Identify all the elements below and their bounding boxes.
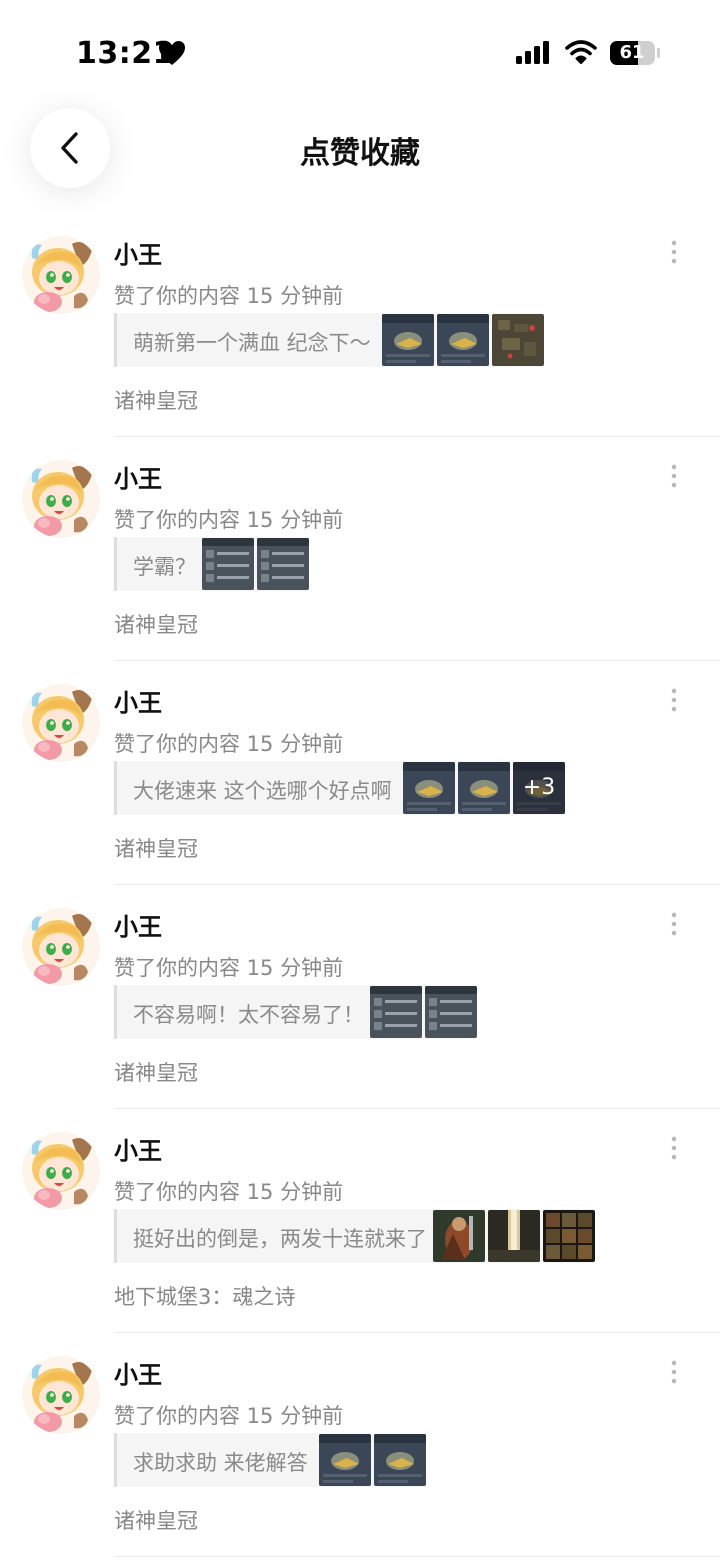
quoted-post[interactable]: 求助求助 来佬解答 (114, 1433, 426, 1487)
image-thumbnail[interactable] (374, 1434, 426, 1486)
action-text: 赞了你的内容 15 分钟前 (114, 508, 344, 532)
quoted-post-text: 挺好出的倒是，两发十连就来了 (133, 1227, 427, 1251)
more-options-icon[interactable] (664, 1358, 684, 1386)
action-text: 赞了你的内容 15 分钟前 (114, 1404, 344, 1428)
quoted-post-text: 萌新第一个满血 纪念下～ (133, 331, 371, 355)
quoted-post-text: 不容易啊！太不容易了！ (133, 1003, 364, 1027)
avatar[interactable] (22, 684, 100, 762)
avatar[interactable] (22, 460, 100, 538)
divider (114, 1556, 720, 1557)
action-text: 赞了你的内容 15 分钟前 (114, 732, 344, 756)
battery-level: 61 (619, 42, 645, 63)
user-name[interactable]: 小王 (114, 459, 162, 494)
notification-item[interactable]: 小王 赞了你的内容 15 分钟前 求助求助 来佬解答 诸神皇冠 (0, 1350, 720, 1561)
signal-icon (516, 41, 549, 64)
quoted-post-text: 求助求助 来佬解答 (133, 1451, 308, 1475)
user-name[interactable]: 小王 (114, 235, 162, 270)
quoted-post[interactable]: 大佬速来 这个选哪个好点啊 +3 (114, 761, 565, 815)
divider (114, 1332, 720, 1333)
divider (114, 436, 720, 437)
image-thumbnail[interactable] (425, 986, 477, 1038)
user-name[interactable]: 小王 (114, 1131, 162, 1166)
image-thumbnail[interactable] (370, 986, 422, 1038)
notification-item[interactable]: 小王 赞了你的内容 15 分钟前 挺好出的倒是，两发十连就来了 地下城堡3：魂之… (0, 1126, 720, 1350)
game-tag[interactable]: 诸神皇冠 (114, 833, 198, 863)
image-thumbnail[interactable] (488, 1210, 540, 1262)
status-bar: 13:21 61 (0, 0, 720, 100)
notification-item[interactable]: 小王 赞了你的内容 15 分钟前 学霸？ 诸神皇冠 (0, 454, 720, 678)
notification-item[interactable]: 小王 赞了你的内容 15 分钟前 大佬速来 这个选哪个好点啊 +3 诸神皇冠 (0, 678, 720, 902)
more-images-count: +3 (513, 762, 565, 814)
game-tag[interactable]: 地下城堡3：魂之诗 (114, 1281, 295, 1311)
user-name[interactable]: 小王 (114, 907, 162, 942)
user-name[interactable]: 小王 (114, 1355, 162, 1390)
image-thumbnail[interactable]: +3 (513, 762, 565, 814)
quoted-post-text: 学霸？ (133, 555, 196, 579)
avatar[interactable] (22, 908, 100, 986)
notification-item[interactable]: 小王 赞了你的内容 15 分钟前 萌新第一个满血 纪念下～ 诸神皇冠 (0, 230, 720, 454)
game-tag[interactable]: 诸神皇冠 (114, 1505, 198, 1535)
avatar[interactable] (22, 1132, 100, 1210)
more-options-icon[interactable] (664, 462, 684, 490)
more-options-icon[interactable] (664, 910, 684, 938)
quoted-post[interactable]: 不容易啊！太不容易了！ (114, 985, 477, 1039)
game-tag[interactable]: 诸神皇冠 (114, 609, 198, 639)
page-title: 点赞收藏 (300, 136, 420, 171)
divider (114, 1108, 720, 1109)
image-thumbnail[interactable] (458, 762, 510, 814)
user-name[interactable]: 小王 (114, 683, 162, 718)
action-text: 赞了你的内容 15 分钟前 (114, 284, 344, 308)
image-thumbnail[interactable] (437, 314, 489, 366)
divider (114, 660, 720, 661)
game-tag[interactable]: 诸神皇冠 (114, 385, 198, 415)
quoted-post[interactable]: 挺好出的倒是，两发十连就来了 (114, 1209, 595, 1263)
avatar[interactable] (22, 1356, 100, 1434)
quoted-post[interactable]: 萌新第一个满血 纪念下～ (114, 313, 544, 367)
quoted-post-text: 大佬速来 这个选哪个好点啊 (133, 779, 392, 803)
wifi-icon (565, 40, 597, 64)
more-options-icon[interactable] (664, 686, 684, 714)
image-thumbnail[interactable] (257, 538, 309, 590)
image-thumbnail[interactable] (202, 538, 254, 590)
game-tag[interactable]: 诸神皇冠 (114, 1057, 198, 1087)
divider (114, 884, 720, 885)
action-text: 赞了你的内容 15 分钟前 (114, 956, 344, 980)
avatar[interactable] (22, 236, 100, 314)
more-options-icon[interactable] (664, 1134, 684, 1162)
image-thumbnail[interactable] (403, 762, 455, 814)
notification-item[interactable]: 小王 赞了你的内容 15 分钟前 不容易啊！太不容易了！ 诸神皇冠 (0, 902, 720, 1126)
image-thumbnail[interactable] (382, 314, 434, 366)
action-text: 赞了你的内容 15 分钟前 (114, 1180, 344, 1204)
quoted-post[interactable]: 学霸？ (114, 537, 309, 591)
image-thumbnail[interactable] (492, 314, 544, 366)
image-thumbnail[interactable] (543, 1210, 595, 1262)
heart-icon (159, 41, 185, 65)
more-options-icon[interactable] (664, 238, 684, 266)
image-thumbnail[interactable] (433, 1210, 485, 1262)
image-thumbnail[interactable] (319, 1434, 371, 1486)
